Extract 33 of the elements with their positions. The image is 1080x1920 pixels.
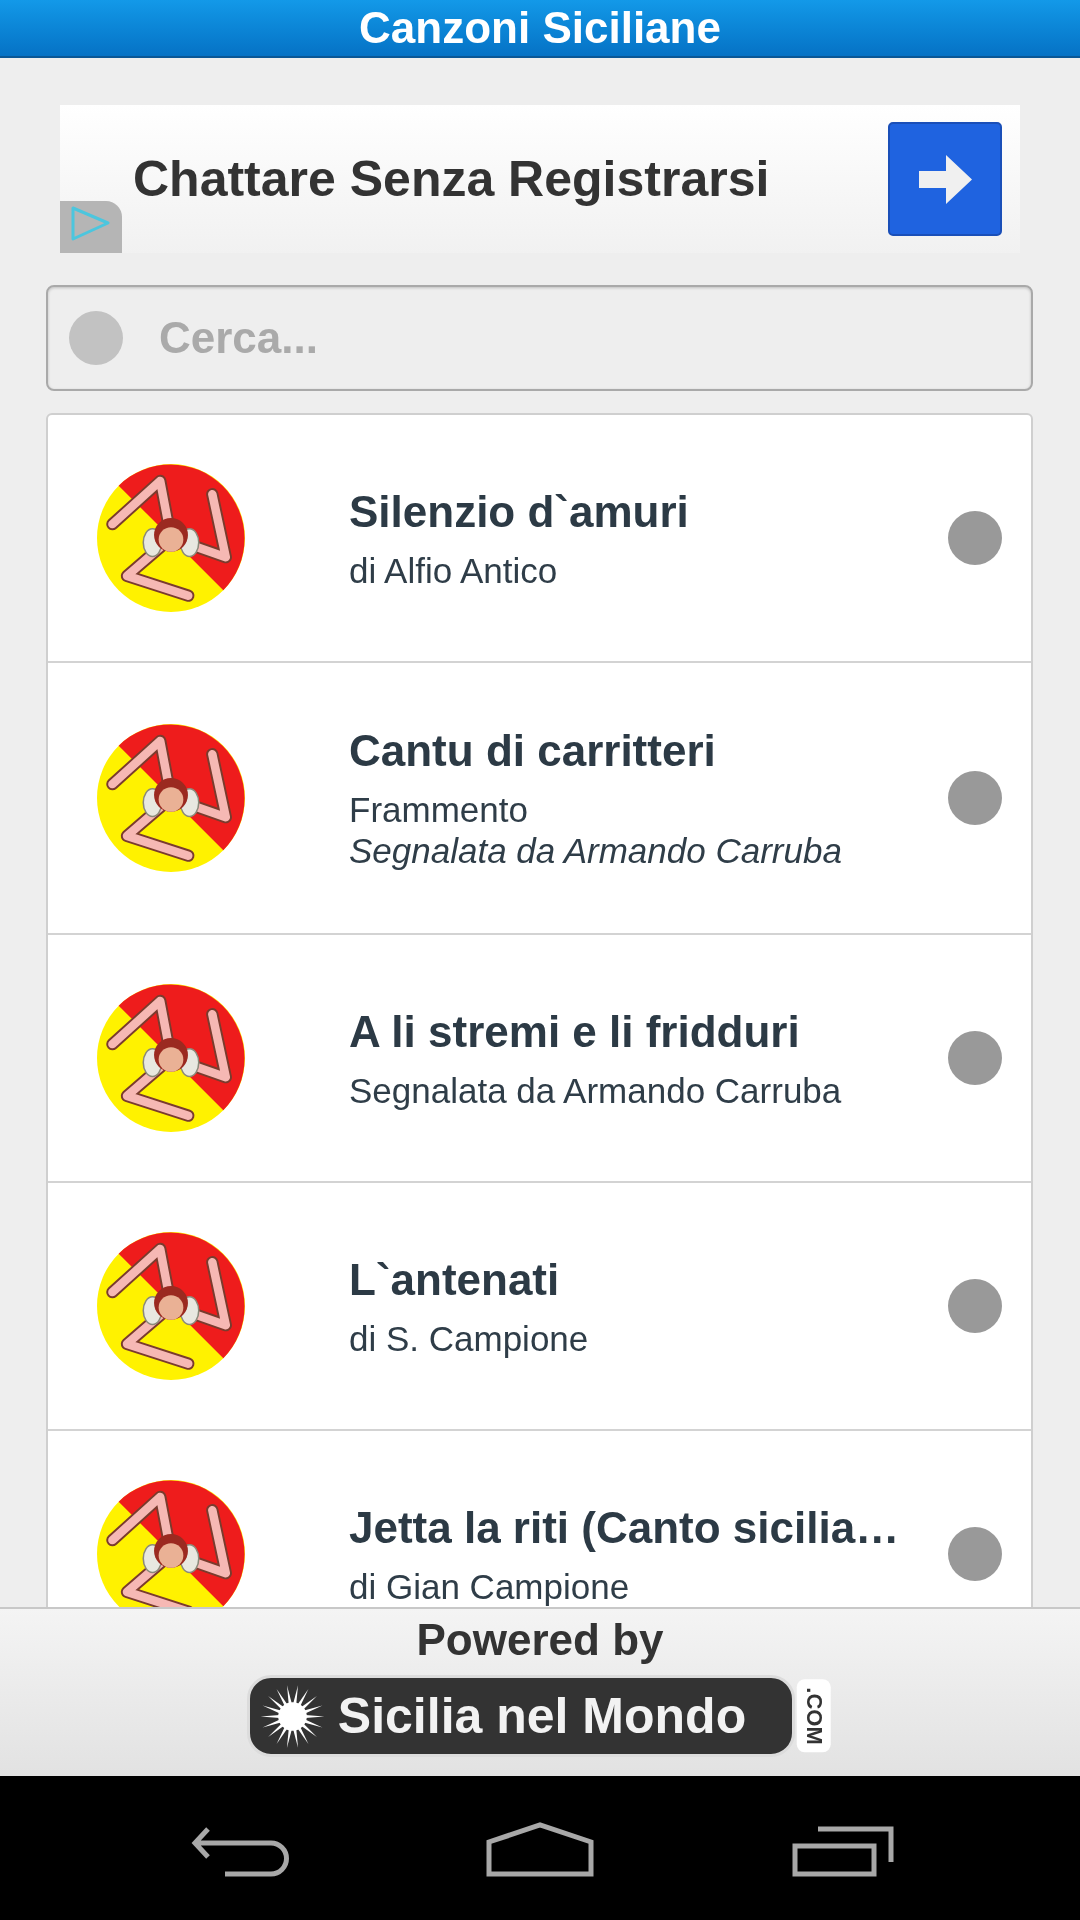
recents-icon[interactable] — [792, 1826, 894, 1877]
song-row[interactable]: Cantu di carritteri Frammento Segnalata da Armando Carruba — [48, 663, 1031, 935]
powered-by-label: Powered by — [416, 1614, 664, 1666]
ad-arrow-button[interactable] — [888, 122, 1002, 236]
triskelion-icon — [97, 724, 245, 872]
song-title: Silenzio d`amuri — [349, 485, 690, 538]
song-subtitle: Segnalata da Armando Carruba — [349, 830, 843, 871]
triskelion-icon — [97, 984, 245, 1132]
song-title: Jetta la riti (Canto sicilia… — [349, 1501, 901, 1554]
app-title: Canzoni Siciliane — [359, 2, 721, 54]
home-icon[interactable] — [486, 1822, 594, 1877]
song-row[interactable]: A li stremi e li fridduri Segnalata da Armando Carruba — [48, 935, 1031, 1183]
ad-headline[interactable]: Chattare Senza Registrarsi — [60, 149, 888, 209]
song-row[interactable]: L`antenati di S. Campione — [48, 1183, 1031, 1431]
song-row[interactable]: Silenzio d`amuri di Alfio Antico — [48, 415, 1031, 663]
song-title: A li stremi e li fridduri — [349, 1005, 801, 1058]
logo-name: Sicilia nel Mondo — [337, 1687, 747, 1746]
search-field[interactable]: Cerca... — [46, 285, 1033, 391]
song-subtitle: di S. Campione — [349, 1317, 590, 1359]
song-subtitle: Frammento — [349, 789, 529, 830]
song-title: Cantu di carritteri — [349, 725, 717, 777]
triangle-tile-icon[interactable] — [60, 201, 122, 253]
song-subtitle: Segnalata da Armando Carruba — [349, 1069, 843, 1111]
logo-domain: .COM — [797, 1679, 832, 1753]
triskelion-icon — [97, 1232, 245, 1380]
logo-badge[interactable]: Sicilia nel Mondo — [246, 1675, 796, 1757]
arrow-right-icon — [918, 154, 972, 204]
song-subtitle: di Gian Campione — [349, 1565, 631, 1607]
song-subtitle: di Alfio Antico — [349, 549, 559, 591]
ad-banner[interactable]: Chattare Senza Registrarsi — [60, 105, 1020, 253]
back-icon[interactable] — [191, 1826, 289, 1877]
song-title: L`antenati — [349, 1253, 561, 1306]
triskelion-icon — [97, 464, 245, 612]
